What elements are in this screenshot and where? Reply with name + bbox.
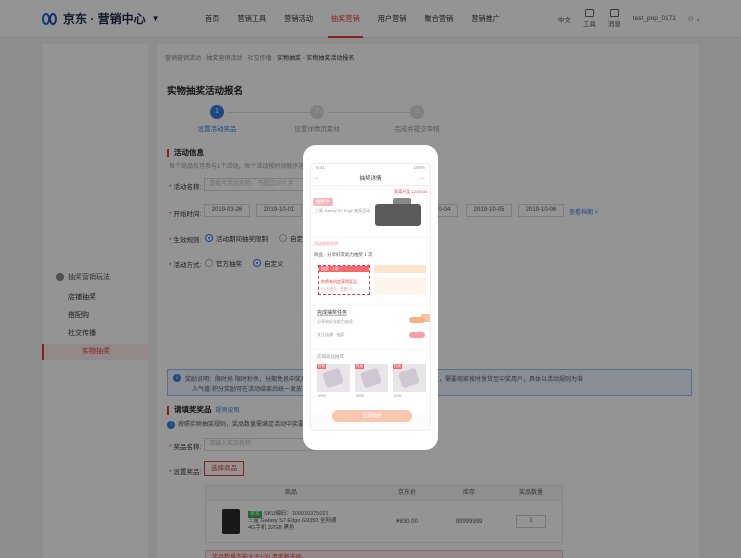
status-battery: 100% [413, 165, 425, 170]
product-image [373, 194, 425, 230]
lottery-card[interactable]: 抽奖 · 1次 你将有机会获得奖品 0人已参与 · 还差1人 [318, 265, 370, 295]
lottery-cards: 抽奖 · 1次 你将有机会获得奖品 0人已参与 · 还差1人 [311, 263, 430, 303]
rule-text: 商品 · 分享好友助力抽奖 1 次 [314, 252, 373, 257]
phone-banner: 抽奖中 距离开奖 12:00:00 三星 Galaxy S7 Edge 抽奖活动 [311, 186, 430, 236]
card-placeholder [374, 277, 426, 295]
task-button[interactable] [409, 332, 425, 338]
tasks-panel: 完成抽奖任务 分享给好友助力抽奖 关注店铺 · 抽奖 [311, 306, 430, 348]
goods-price: ¥999 [317, 392, 350, 400]
goods-price: ¥599 [355, 392, 388, 400]
tasks-title: 完成抽奖任务 [317, 310, 348, 316]
phone-status-bar: 9:41 100% [311, 164, 430, 173]
goods-item[interactable]: 热卖 ¥599 [355, 364, 388, 400]
recommend-goods: 店铺商品推荐 热卖 ¥999 热卖 ¥599 热卖 ¥399 [311, 351, 430, 415]
card-line: 你将有机会获得奖品 [321, 279, 357, 284]
task-button[interactable] [409, 317, 425, 323]
back-icon[interactable]: ‹ [316, 173, 318, 186]
goods-badge: 热卖 [393, 364, 402, 369]
goods-item[interactable]: 热卖 ¥999 [317, 364, 350, 400]
status-time: 9:41 [316, 165, 325, 170]
phone-title: 抽奖详情 [359, 176, 382, 182]
task-follow: 关注店铺 · 抽奖 [317, 332, 345, 337]
goods-title: 店铺商品推荐 [317, 354, 344, 359]
phone-header: ‹ 抽奖详情 ··· [311, 173, 430, 186]
goods-badge: 热卖 [355, 364, 364, 369]
card-line: 0人已参与 · 还差1人 [321, 287, 353, 291]
card-placeholder [374, 265, 426, 273]
task-share: 分享给好友助力抽奖 [317, 319, 353, 324]
status-badge: 抽奖中 [313, 198, 333, 206]
goods-price: ¥399 [393, 392, 426, 400]
more-icon[interactable]: ··· [420, 173, 426, 186]
draw-now-button[interactable]: 立即抽奖 [332, 410, 412, 422]
preview-modal: 9:41 100% ‹ 抽奖详情 ··· 抽奖中 距离开奖 12:00:00 三… [303, 145, 438, 450]
rule-panel: 活动规则说明 商品 · 分享好友助力抽奖 1 次 [311, 239, 430, 263]
goods-badge: 热卖 [317, 364, 326, 369]
phone-preview: 9:41 100% ‹ 抽奖详情 ··· 抽奖中 距离开奖 12:00:00 三… [310, 163, 431, 431]
rule-title: 活动规则说明 [314, 241, 338, 246]
goods-item[interactable]: 热卖 ¥399 [393, 364, 426, 400]
banner-caption: 三星 Galaxy S7 Edge 抽奖活动 [315, 208, 371, 213]
card-header: 抽奖 · 1次 [319, 266, 369, 272]
